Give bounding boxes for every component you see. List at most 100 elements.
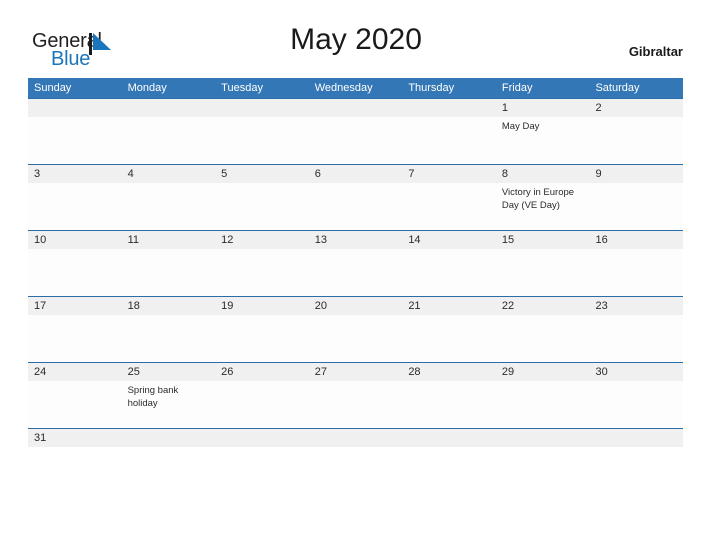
day-number[interactable]: 12 (215, 231, 309, 249)
day-event (496, 315, 590, 362)
day-event: Spring bank holiday (127, 385, 179, 409)
day-number[interactable] (215, 429, 309, 447)
week-event-band: Spring bank holiday (28, 381, 683, 428)
day-number[interactable]: 7 (402, 165, 496, 183)
day-event (402, 381, 496, 428)
day-event (309, 117, 403, 164)
day-number[interactable]: 27 (309, 363, 403, 381)
day-event (28, 183, 122, 230)
week-event-band: Victory in Europe Day (VE Day) (28, 183, 683, 230)
day-event (215, 315, 309, 362)
day-number[interactable]: 8 (496, 165, 590, 183)
day-event (402, 183, 496, 230)
day-event (589, 249, 683, 296)
weekday-header-monday: Monday (127, 82, 167, 94)
day-number[interactable]: 25 (122, 363, 216, 381)
day-event (496, 249, 590, 296)
day-event (309, 381, 403, 428)
day-event (28, 315, 122, 362)
day-event (402, 117, 496, 164)
day-event (309, 183, 403, 230)
day-number[interactable] (589, 429, 683, 447)
weekday-header-wednesday: Wednesday (314, 82, 373, 94)
day-number[interactable] (309, 429, 403, 447)
day-number[interactable] (309, 99, 403, 117)
page-title: May 2020 (290, 23, 422, 56)
day-event (122, 315, 216, 362)
day-event (496, 381, 590, 428)
week-row: 3 4 5 6 7 8 9 Victory in Europe Day (VE … (28, 164, 683, 230)
week-date-band: 17 18 19 20 21 22 23 (28, 297, 683, 315)
day-number[interactable]: 22 (496, 297, 590, 315)
week-date-band: 24 25 26 27 28 29 30 (28, 363, 683, 381)
day-number[interactable]: 15 (496, 231, 590, 249)
day-number[interactable]: 6 (309, 165, 403, 183)
day-event (309, 315, 403, 362)
week-event-band: May Day (28, 117, 683, 164)
day-event (589, 315, 683, 362)
day-number[interactable] (402, 99, 496, 117)
day-event (28, 381, 122, 428)
week-event-band (28, 315, 683, 362)
week-row: 1 2 May Day (28, 98, 683, 164)
day-event (215, 249, 309, 296)
day-number[interactable]: 14 (402, 231, 496, 249)
day-number[interactable]: 30 (589, 363, 683, 381)
day-number[interactable]: 19 (215, 297, 309, 315)
day-number[interactable]: 5 (215, 165, 309, 183)
day-event (589, 381, 683, 428)
day-number[interactable] (215, 99, 309, 117)
weekday-header-sunday: Sunday (34, 82, 72, 94)
day-event (589, 117, 683, 164)
day-number[interactable]: 23 (589, 297, 683, 315)
region-label: Gibraltar (628, 44, 683, 59)
day-number[interactable] (122, 99, 216, 117)
week-date-band: 3 4 5 6 7 8 9 (28, 165, 683, 183)
day-number[interactable]: 4 (122, 165, 216, 183)
day-event: Victory in Europe Day (VE Day) (501, 187, 575, 211)
weekday-header-thursday: Thursday (408, 82, 455, 94)
day-event: May Day (501, 121, 540, 132)
day-number[interactable]: 26 (215, 363, 309, 381)
day-number[interactable]: 16 (589, 231, 683, 249)
day-number[interactable]: 24 (28, 363, 122, 381)
day-number[interactable]: 29 (496, 363, 590, 381)
day-number[interactable]: 3 (28, 165, 122, 183)
week-date-band: 31 (28, 429, 683, 447)
day-event (215, 183, 309, 230)
day-event (28, 249, 122, 296)
week-row: 31 (28, 428, 683, 447)
day-number[interactable] (496, 429, 590, 447)
weekday-header-saturday: Saturday (595, 82, 640, 94)
week-row: 17 18 19 20 21 22 23 (28, 296, 683, 362)
weekday-header-friday: Friday (501, 82, 533, 94)
day-number[interactable]: 11 (122, 231, 216, 249)
day-event (402, 315, 496, 362)
day-event (215, 381, 309, 428)
week-date-band: 10 11 12 13 14 15 16 (28, 231, 683, 249)
day-event (589, 183, 683, 230)
page-header: General Blue May 2020 Gibraltar (0, 0, 712, 76)
day-number[interactable]: 20 (309, 297, 403, 315)
day-number[interactable]: 31 (28, 429, 122, 447)
day-number[interactable]: 17 (28, 297, 122, 315)
day-number[interactable] (28, 99, 122, 117)
day-number[interactable]: 13 (309, 231, 403, 249)
day-event (28, 117, 122, 164)
day-number[interactable]: 28 (402, 363, 496, 381)
week-row: 24 25 26 27 28 29 30 Spring bank holiday (28, 362, 683, 428)
calendar-grid: Sunday Monday Tuesday Wednesday Thursday… (28, 78, 683, 447)
week-row: 10 11 12 13 14 15 16 (28, 230, 683, 296)
day-number[interactable]: 1 (496, 99, 590, 117)
day-number[interactable]: 10 (28, 231, 122, 249)
day-event (122, 183, 216, 230)
day-number[interactable]: 21 (402, 297, 496, 315)
day-number[interactable]: 18 (122, 297, 216, 315)
day-number[interactable]: 2 (589, 99, 683, 117)
day-number[interactable] (122, 429, 216, 447)
day-number[interactable]: 9 (589, 165, 683, 183)
weekday-header-tuesday: Tuesday (221, 82, 263, 94)
day-event (402, 249, 496, 296)
weekday-header-row: Sunday Monday Tuesday Wednesday Thursday… (28, 78, 683, 98)
day-number[interactable] (402, 429, 496, 447)
